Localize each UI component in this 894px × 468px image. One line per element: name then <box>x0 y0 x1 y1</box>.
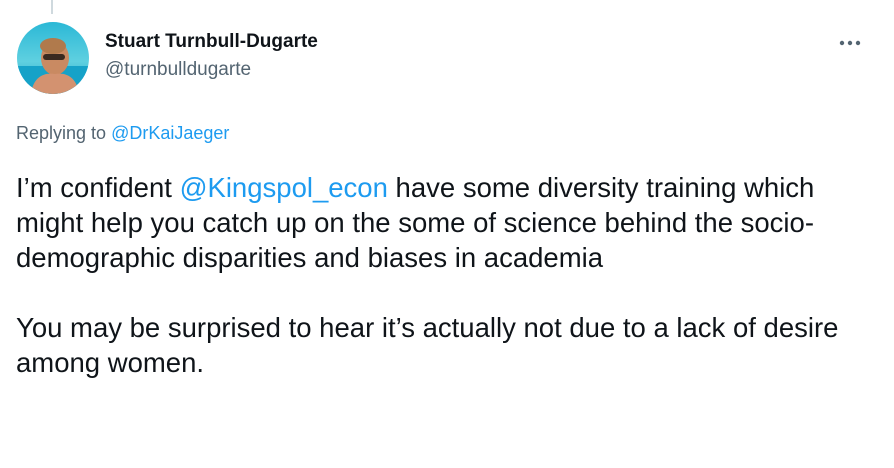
tweet-paragraph-2: You may be surprised to hear it’s actual… <box>16 312 839 378</box>
replying-to-label: Replying to <box>16 123 112 143</box>
tweet-text-segment: I’m confident <box>16 172 180 203</box>
more-horizontal-icon <box>839 40 861 46</box>
avatar[interactable] <box>17 22 89 94</box>
tweet-author[interactable]: Stuart Turnbull-Dugarte @turnbulldugarte <box>105 30 318 82</box>
replying-to-mention-link[interactable]: @DrKaiJaeger <box>111 123 229 143</box>
tweet-paragraph-1: I’m confident @Kingspol_econ have some d… <box>16 170 878 275</box>
mention-link-kingspol-econ[interactable]: @Kingspol_econ <box>180 172 388 203</box>
author-handle[interactable]: @turnbulldugarte <box>105 58 318 82</box>
thread-connector-line <box>51 0 53 14</box>
tweet-text: I’m confident @Kingspol_econ have some d… <box>16 170 878 380</box>
author-display-name[interactable]: Stuart Turnbull-Dugarte <box>105 30 318 54</box>
avatar-image <box>17 22 89 94</box>
more-options-button[interactable] <box>828 30 872 56</box>
replying-to: Replying to @DrKaiJaeger <box>16 121 229 145</box>
